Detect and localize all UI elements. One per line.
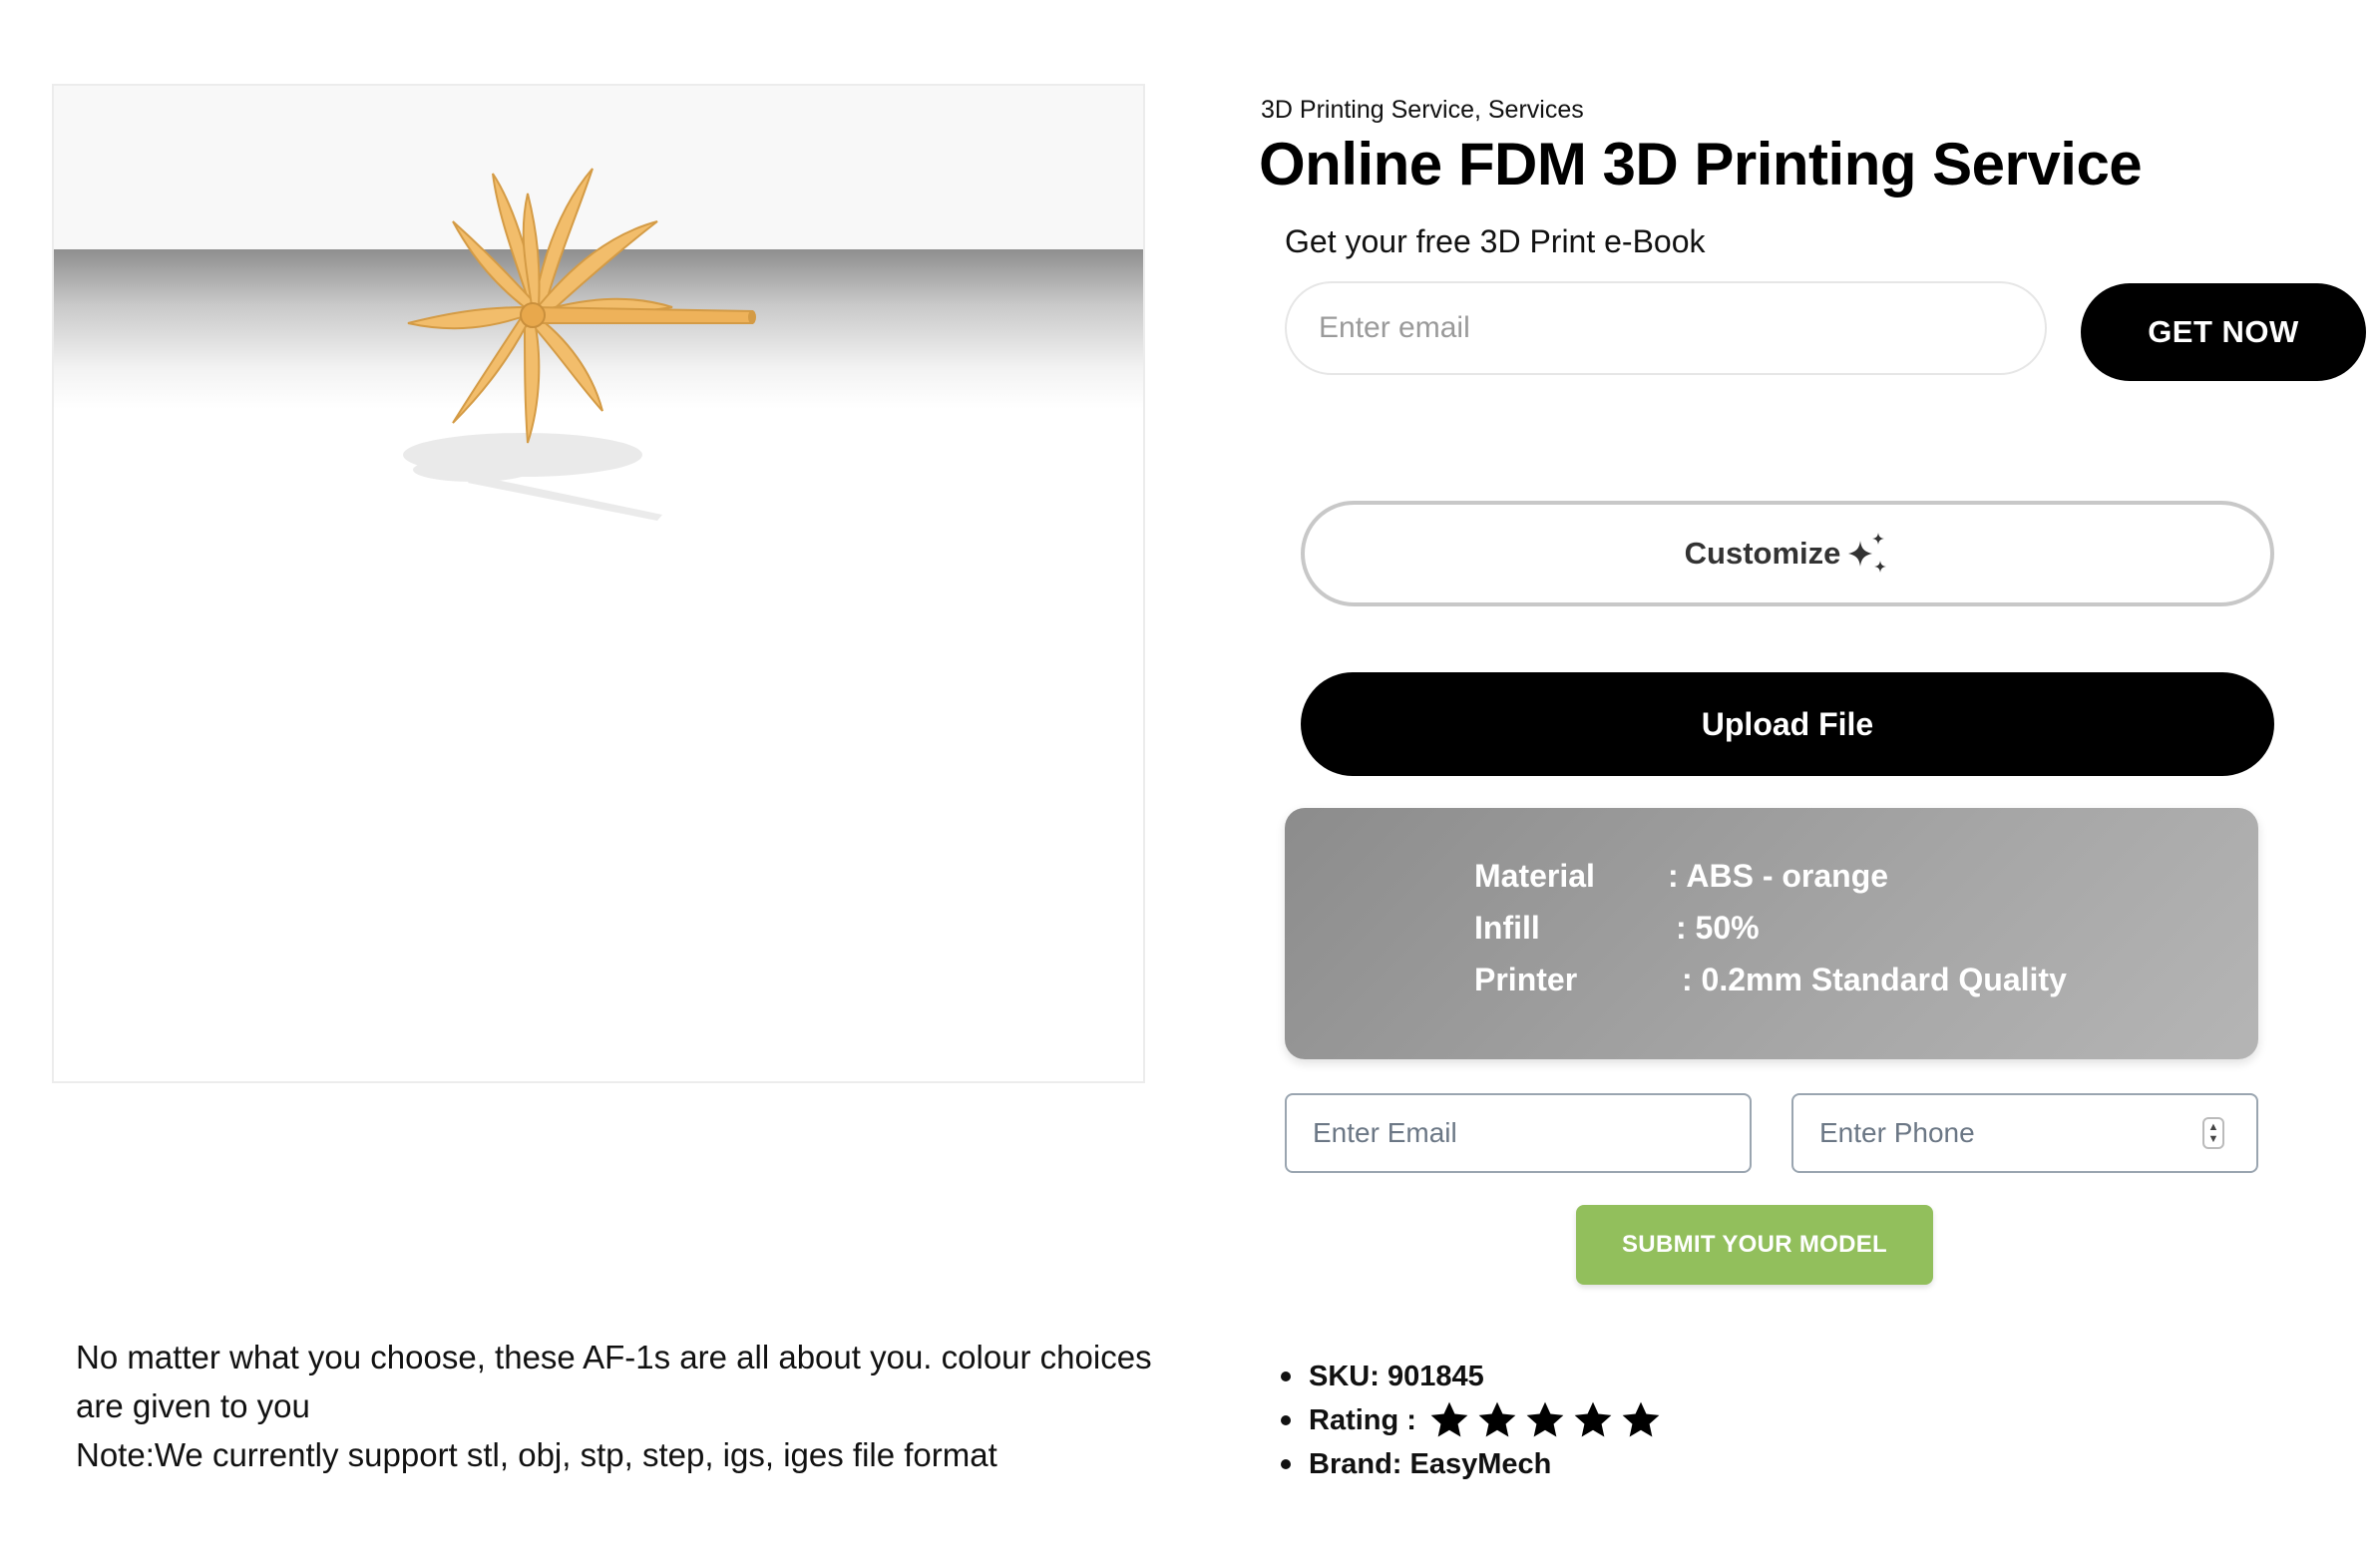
star-icon bbox=[1622, 1401, 1660, 1437]
get-now-button[interactable]: GET NOW bbox=[2081, 283, 2366, 381]
customize-button[interactable]: Customize bbox=[1301, 501, 2274, 606]
brand-item: Brand: EasyMech bbox=[1281, 1442, 1662, 1486]
viewer-floor bbox=[54, 409, 1143, 1081]
sku-item: SKU: 901845 bbox=[1281, 1355, 1662, 1398]
submit-model-button[interactable]: SUBMIT YOUR MODEL bbox=[1576, 1205, 1933, 1285]
sku-text: SKU: 901845 bbox=[1309, 1361, 1484, 1392]
spec-value: : ABS - orange bbox=[1668, 858, 1889, 894]
rating-stars bbox=[1428, 1399, 1662, 1441]
star-icon bbox=[1574, 1401, 1612, 1437]
star-icon bbox=[1526, 1401, 1564, 1437]
upload-file-button[interactable]: Upload File bbox=[1301, 672, 2274, 776]
customize-label: Customize bbox=[1684, 536, 1841, 571]
star-icon bbox=[1478, 1401, 1516, 1437]
contact-phone-input[interactable] bbox=[1791, 1093, 2258, 1173]
spec-key: Infill bbox=[1474, 910, 1540, 946]
brand-text: Brand: EasyMech bbox=[1309, 1448, 1552, 1480]
spec-row-printer: Printer : 0.2mm Standard Quality bbox=[1474, 962, 2067, 998]
viewer-sky bbox=[54, 86, 1143, 249]
product-description: No matter what you choose, these AF-1s a… bbox=[76, 1333, 1163, 1479]
spinner-down-icon[interactable]: ▼ bbox=[2208, 1133, 2219, 1145]
spinner-icon[interactable]: ▲ ▼ bbox=[2202, 1117, 2224, 1149]
spec-row-material: Material : ABS - orange bbox=[1474, 858, 1888, 895]
spinner-up-icon[interactable]: ▲ bbox=[2208, 1121, 2219, 1133]
spec-key: Material bbox=[1474, 858, 1595, 894]
viewer-horizon bbox=[54, 249, 1143, 409]
sparkle-icon bbox=[1848, 533, 1887, 573]
spec-row-infill: Infill : 50% bbox=[1474, 910, 1760, 947]
ebook-email-input[interactable] bbox=[1285, 281, 2047, 375]
spec-value: : 50% bbox=[1676, 910, 1760, 946]
spec-key: Printer bbox=[1474, 962, 1578, 997]
rating-label: Rating : bbox=[1309, 1404, 1416, 1436]
spec-value: : 0.2mm Standard Quality bbox=[1682, 962, 2067, 997]
product-title: Online FDM 3D Printing Service bbox=[1259, 131, 2143, 197]
product-meta-list: SKU: 901845 Rating : Brand: EasyMech bbox=[1281, 1355, 1662, 1486]
file-format-note: Note:We currently support stl, obj, stp,… bbox=[76, 1436, 997, 1473]
rating-item: Rating : bbox=[1281, 1398, 1662, 1442]
model-canvas[interactable] bbox=[54, 86, 1143, 1081]
print-specs-panel: Material : ABS - orange Infill : 50% Pri… bbox=[1285, 808, 2258, 1059]
contact-email-input[interactable] bbox=[1285, 1093, 1752, 1173]
star-icon bbox=[1430, 1401, 1468, 1437]
product-category-link[interactable]: 3D Printing Service, Services bbox=[1261, 96, 1584, 125]
description-text: No matter what you choose, these AF-1s a… bbox=[76, 1339, 1152, 1424]
model-viewer[interactable] bbox=[52, 84, 1145, 1083]
ebook-label: Get your free 3D Print e-Book bbox=[1285, 223, 1706, 259]
